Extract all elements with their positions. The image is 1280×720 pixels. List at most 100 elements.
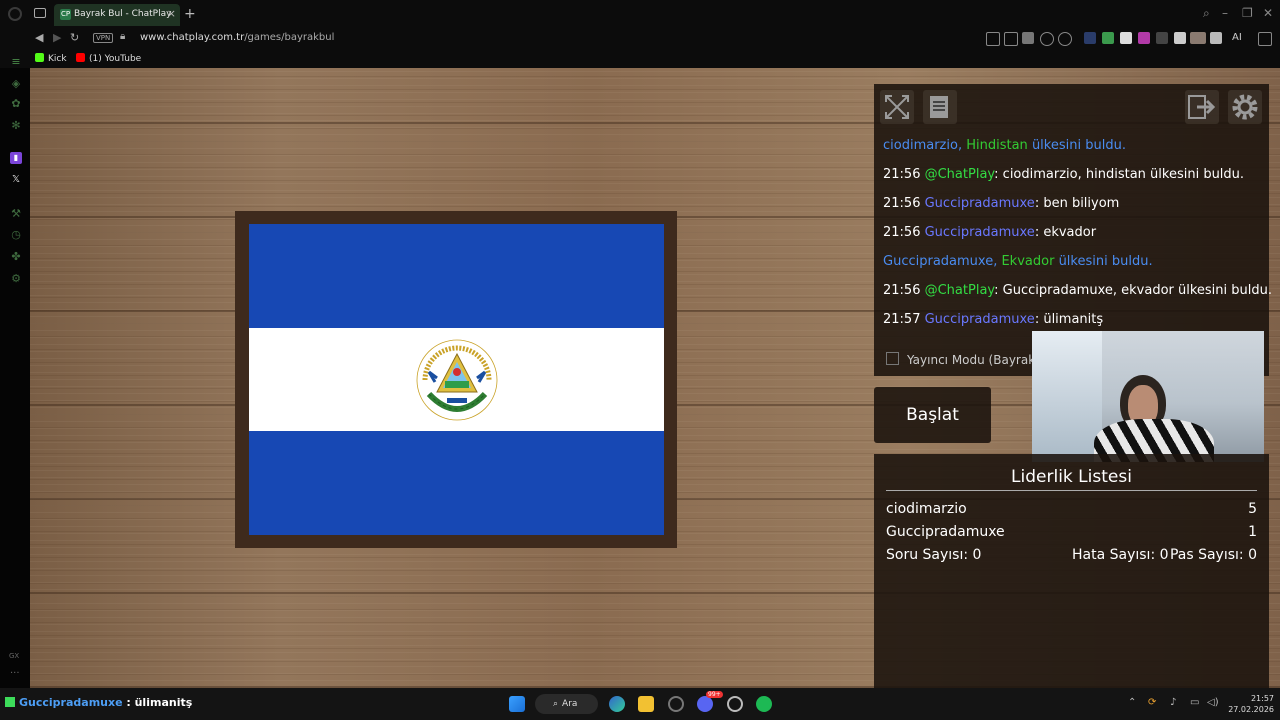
- more-icon[interactable]: ···: [10, 668, 20, 679]
- system-clock[interactable]: 21:57 27.02.2026: [1222, 693, 1274, 715]
- chat-log: ciodimarzio, Hindistan ülkesini buldu. 2…: [883, 138, 1272, 341]
- chat-username: ciodimarzio,: [883, 138, 963, 153]
- bookmarks-bar: Kick (1) YouTube: [0, 50, 1280, 68]
- url-path: /games/bayrakbul: [244, 32, 335, 43]
- music-icon[interactable]: ◈: [10, 78, 22, 90]
- shield-icon[interactable]: [1022, 32, 1034, 44]
- close-window-icon[interactable]: ✕: [1263, 6, 1273, 20]
- tab-close-icon[interactable]: ×: [167, 7, 176, 20]
- play-icon[interactable]: [1040, 32, 1054, 46]
- tree-icon[interactable]: ✻: [10, 120, 22, 132]
- minimize-icon[interactable]: –: [1222, 6, 1228, 20]
- chat-message: 21:56 Guccipradamuxe: ben biliyom: [883, 196, 1263, 225]
- vpn-badge[interactable]: VPN: [93, 33, 114, 43]
- lock-icon[interactable]: 🔒︎: [120, 31, 125, 42]
- chat-time: 21:56: [883, 283, 921, 298]
- chat-message: 21:56 @ChatPlay: Guccipradamuxe, ekvador…: [883, 283, 1272, 312]
- browser-tab-active[interactable]: CP Bayrak Bul - ChatPlay ×: [54, 4, 180, 26]
- chatplay-favicon-icon: CP: [60, 9, 71, 20]
- ai-button[interactable]: AI: [1232, 32, 1242, 43]
- leaderboard-divider: [886, 490, 1257, 491]
- update-icon[interactable]: ⟳: [1148, 697, 1156, 708]
- chat-time: 21:56: [883, 167, 921, 182]
- search-icon: ⌕: [553, 699, 559, 709]
- settings-icon[interactable]: ⚙: [10, 273, 22, 285]
- extension-7-icon[interactable]: [1210, 32, 1222, 44]
- extension-2-icon[interactable]: [1102, 32, 1114, 44]
- volume-icon[interactable]: ◁): [1207, 697, 1219, 708]
- extension-3-icon[interactable]: [1120, 32, 1132, 44]
- show-hidden-icons[interactable]: ⌃: [1128, 697, 1136, 708]
- opera-gx-logo-icon[interactable]: [8, 7, 22, 21]
- tab-title: Bayrak Bul - ChatPlay: [74, 9, 172, 19]
- error-count: Hata Sayısı: 0: [1072, 547, 1169, 563]
- exit-icon: [1188, 95, 1216, 119]
- chat-text: ülkesini buldu.: [1058, 254, 1153, 269]
- url-field[interactable]: www.chatplay.com.tr/games/bayrakbul: [140, 32, 334, 43]
- tab-manager-icon[interactable]: [34, 8, 46, 18]
- steam-icon[interactable]: [727, 696, 743, 712]
- new-tab-button[interactable]: +: [184, 6, 196, 22]
- bug-icon[interactable]: ✿: [10, 98, 22, 110]
- start-button[interactable]: Başlat: [874, 387, 991, 443]
- flag-stripe-bottom: [249, 431, 664, 535]
- extension-1-icon[interactable]: [1084, 32, 1096, 44]
- extension-6-icon[interactable]: [1174, 32, 1186, 44]
- streamer-mode-label: Yayıncı Modu (Bayrak |: [907, 353, 1044, 367]
- snapshot-icon[interactable]: [1004, 32, 1018, 46]
- extension-4-icon[interactable]: [1138, 32, 1150, 44]
- screenshot-icon[interactable]: [986, 32, 1000, 46]
- chat-system-line: Guccipradamuxe, Ekvador ülkesini buldu.: [883, 254, 1263, 283]
- webcam-overlay: [1032, 331, 1264, 462]
- exit-button[interactable]: [1185, 90, 1219, 124]
- windows-start-icon[interactable]: [509, 696, 525, 712]
- streamer-mode-checkbox[interactable]: [886, 352, 899, 365]
- player-name: Guccipradamuxe: [886, 524, 1005, 540]
- news-icon[interactable]: ≡: [10, 56, 22, 68]
- forward-icon[interactable]: ▶: [53, 31, 61, 44]
- opera-gx-icon[interactable]: [668, 696, 684, 712]
- chat-time: 21:56: [883, 225, 921, 240]
- heart-icon[interactable]: [1058, 32, 1072, 46]
- easy-setup-icon[interactable]: [1258, 32, 1272, 46]
- microphone-icon[interactable]: ♪: [1170, 697, 1176, 708]
- discord-icon[interactable]: [697, 696, 713, 712]
- back-icon[interactable]: ◀: [35, 31, 43, 44]
- profile-avatar[interactable]: [1190, 32, 1206, 44]
- extension-5-icon[interactable]: [1156, 32, 1168, 44]
- taskbar-chat-widget[interactable]: Guccipradamuxe : ülimanitş: [5, 696, 192, 709]
- clock-icon[interactable]: ◷: [10, 229, 22, 241]
- edge-icon[interactable]: [609, 696, 625, 712]
- file-explorer-icon[interactable]: [638, 696, 654, 712]
- display-icon[interactable]: ▭: [1190, 697, 1199, 708]
- chat-username: @ChatPlay: [924, 167, 995, 182]
- taskbar-search[interactable]: ⌕ Ara: [535, 694, 598, 714]
- chat-username: Guccipradamuxe: [924, 225, 1035, 240]
- url-domain: www.chatplay.com.tr: [140, 32, 245, 43]
- chat-text: : ciodimarzio, hindistan ülkesini buldu.: [994, 167, 1245, 182]
- tool-icon[interactable]: ⚒: [10, 208, 22, 220]
- bookmark-youtube[interactable]: (1) YouTube: [76, 53, 141, 64]
- fullscreen-button[interactable]: [880, 90, 914, 124]
- search-tabs-icon[interactable]: ⌕: [1203, 6, 1210, 21]
- bookmark-kick[interactable]: Kick: [35, 53, 67, 64]
- taskbar-chat-user: Guccipradamuxe: [19, 696, 123, 709]
- kick-icon: [5, 697, 15, 707]
- settings-button[interactable]: [1228, 90, 1262, 124]
- spotify-icon[interactable]: [756, 696, 772, 712]
- chat-text: : ülimanitş: [1034, 312, 1104, 327]
- reload-icon[interactable]: ↻: [70, 31, 79, 44]
- streamer-mode-toggle[interactable]: Yayıncı Modu (Bayrak |: [886, 352, 1043, 367]
- chat-text: : Guccipradamuxe, ekvador ülkesini buldu…: [994, 283, 1273, 298]
- clock-time: 21:57: [1250, 694, 1274, 703]
- chat-country: Hindistan: [966, 138, 1028, 153]
- notes-button[interactable]: [923, 90, 957, 124]
- maximize-icon[interactable]: ❐: [1242, 6, 1253, 20]
- kick-icon: [35, 53, 44, 62]
- x-icon[interactable]: 𝕏: [10, 174, 22, 186]
- puzzle-icon[interactable]: ✤: [10, 251, 22, 263]
- player-score: 5: [1248, 501, 1257, 517]
- document-icon: [930, 96, 948, 118]
- chat-message: 21:56 @ChatPlay: ciodimarzio, hindistan …: [883, 167, 1263, 196]
- twitch-icon[interactable]: ▮: [10, 152, 22, 164]
